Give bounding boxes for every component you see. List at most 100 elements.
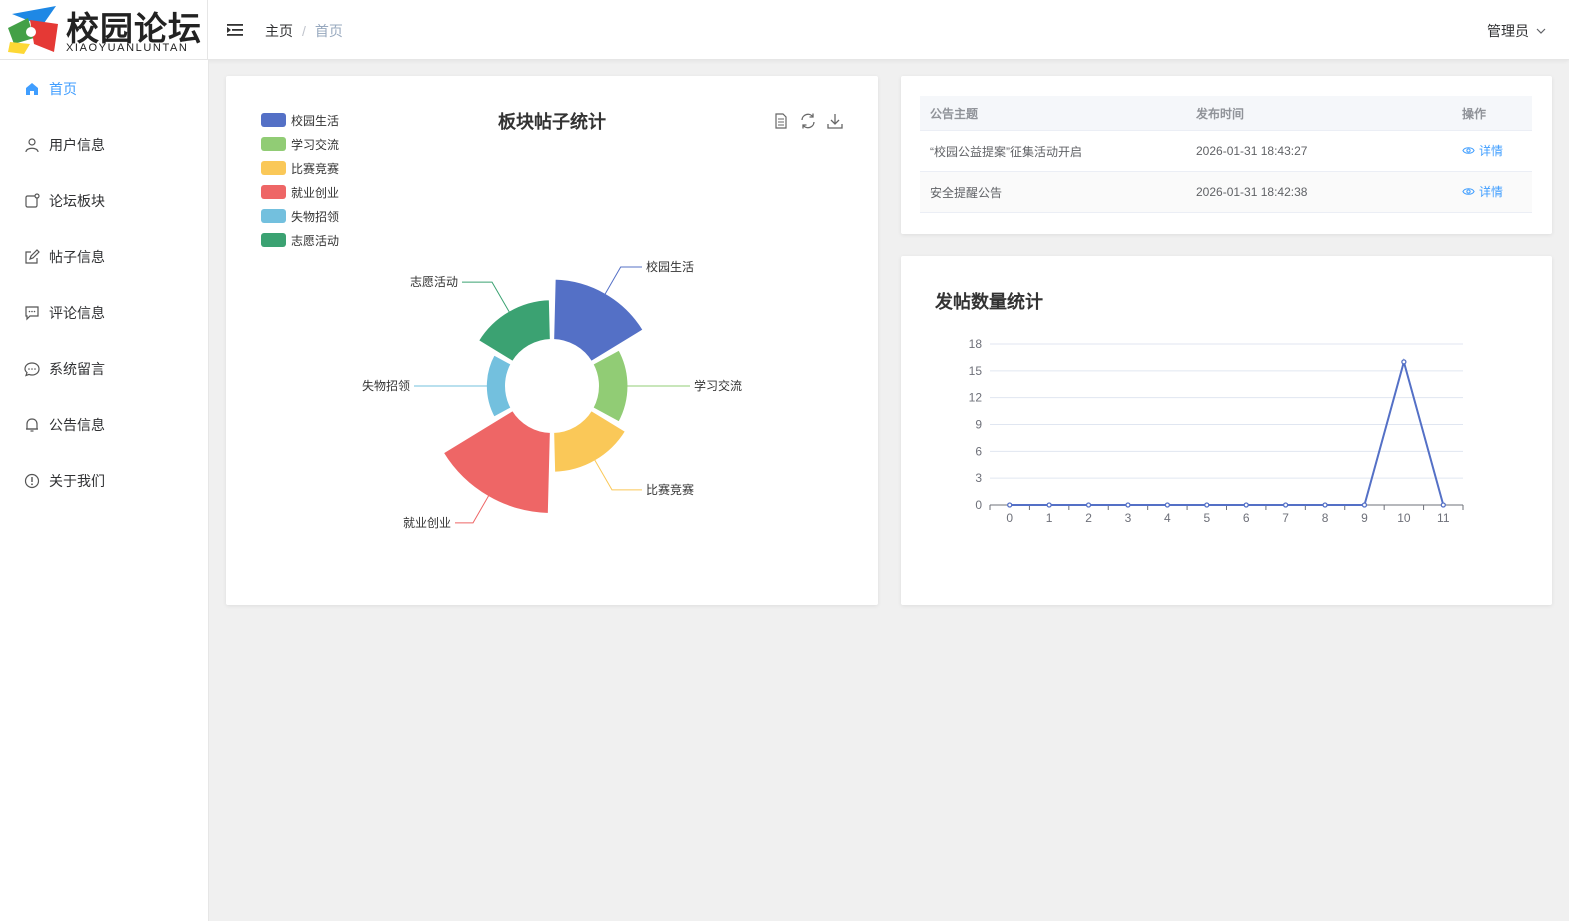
pie-slice[interactable]	[552, 277, 645, 364]
x-tick-label: 7	[1282, 511, 1289, 525]
line-point[interactable]	[1204, 502, 1210, 508]
pie-slice[interactable]	[476, 298, 552, 364]
table-row: “校园公益提案”征集活动开启 2026-01-31 18:43:27 详情	[920, 131, 1532, 172]
sidebar-item-label: 论坛板块	[49, 193, 105, 209]
x-tick-label: 1	[1046, 511, 1053, 525]
breadcrumb-current: 首页	[314, 23, 343, 39]
announcement-table: 公告主题 发布时间 操作 “校园公益提案”征集活动开启 2026-01-31 1…	[920, 96, 1532, 213]
sidebar-item-users[interactable]: 用户信息	[0, 117, 208, 173]
announcement-time: 2026-01-31 18:43:27	[1196, 144, 1308, 158]
line-point[interactable]	[1085, 502, 1092, 508]
y-tick-label: 3	[975, 471, 982, 485]
sidebar-item-label: 帖子信息	[49, 249, 105, 265]
sidebar-item-label: 用户信息	[49, 137, 105, 153]
pie-label-line	[455, 493, 491, 524]
line-series	[1009, 358, 1445, 506]
pie-chart: 校园生活学习交流比赛竞赛就业创业 失物招领 志愿活动	[362, 259, 742, 530]
sidebar-item-boards[interactable]: 论坛板块	[0, 173, 208, 229]
announcement-time: 2026-01-31 18:42:38	[1196, 185, 1308, 199]
column-header-action: 操作	[1462, 106, 1487, 121]
sidebar-item-comments[interactable]: 评论信息	[0, 285, 208, 341]
x-tick-label: 9	[1361, 511, 1368, 525]
pie-label: 学习交流	[694, 378, 742, 393]
x-tick-label: 3	[1125, 511, 1132, 525]
x-tick-label: 11	[1437, 511, 1450, 525]
sidebar-item-notices[interactable]: 公告信息	[0, 397, 208, 453]
line-point[interactable]	[1125, 502, 1131, 508]
user-name: 管理员	[1487, 23, 1529, 39]
x-tick-label: 6	[1243, 511, 1250, 525]
y-tick-label: 18	[969, 337, 983, 351]
line-point[interactable]	[1322, 502, 1328, 508]
x-tick-label: 5	[1203, 511, 1210, 525]
line-point[interactable]	[1243, 502, 1249, 508]
pie-label: 比赛竞赛	[646, 482, 694, 497]
pie-label: 失物招领	[362, 378, 410, 393]
home-icon	[26, 83, 38, 95]
pie-label: 志愿活动	[410, 275, 458, 289]
line-point[interactable]	[1046, 502, 1052, 508]
detail-button-label: 详情	[1479, 144, 1504, 158]
line-point[interactable]	[1361, 502, 1368, 508]
line-point[interactable]	[1007, 502, 1013, 508]
sidebar-item-messages[interactable]: 系统留言	[0, 341, 208, 397]
sidebar: 首页 用户信息 论坛板块 帖子信息 评论信息 系统留言 公告信息 关于我们	[0, 60, 209, 921]
top-header: 校园论坛 XIAOYUANLUNTAN 主页 / 首页 管理员	[0, 0, 1569, 60]
menu-fold-icon[interactable]	[226, 21, 244, 39]
sidebar-item-label: 关于我们	[49, 473, 105, 489]
column-header-time: 发布时间	[1196, 106, 1245, 121]
sidebar-item-posts[interactable]: 帖子信息	[0, 229, 208, 285]
sidebar-item-label: 系统留言	[49, 361, 105, 377]
x-tick-label: 4	[1164, 511, 1171, 525]
pie-label: 校园生活	[646, 259, 694, 274]
info-icon	[24, 473, 40, 489]
line-point[interactable]	[1401, 359, 1407, 365]
announcement-title: 安全提醒公告	[930, 185, 1003, 200]
column-header-title: 公告主题	[930, 106, 979, 121]
x-tick-label: 10	[1397, 511, 1411, 525]
pie-slice[interactable]	[591, 348, 630, 424]
pie-label-line	[462, 281, 512, 315]
sidebar-item-label: 评论信息	[49, 305, 105, 321]
sidebar-item-label: 公告信息	[49, 417, 105, 433]
sidebar-item-label: 首页	[49, 81, 77, 97]
board-icon	[25, 193, 40, 208]
detail-button[interactable]: 详情	[1462, 142, 1503, 159]
line-point[interactable]	[1440, 502, 1446, 508]
edit-icon	[25, 249, 40, 264]
table-header-row: 公告主题 发布时间 操作	[920, 96, 1532, 131]
sidebar-item-home[interactable]: 首页	[0, 61, 208, 117]
logo-mark-icon	[8, 6, 58, 54]
eye-icon	[1462, 147, 1475, 154]
detail-button-label: 详情	[1479, 185, 1504, 199]
pie-slice[interactable]	[441, 408, 552, 515]
detail-button[interactable]: 详情	[1462, 183, 1503, 200]
bell-icon	[26, 418, 38, 432]
pie-label-line	[603, 266, 642, 297]
sidebar-item-about[interactable]: 关于我们	[0, 453, 208, 509]
breadcrumb-home[interactable]: 主页	[265, 21, 293, 41]
breadcrumb: 主页 / 首页	[265, 21, 343, 41]
pie-label-line	[592, 457, 642, 491]
x-tick-label: 0	[1006, 511, 1013, 525]
line-chart: 03691215180 1 2 3 4 5 6 7 8 9 10 11	[969, 337, 1464, 525]
line-point[interactable]	[1282, 502, 1289, 508]
y-tick-label: 12	[969, 391, 983, 405]
eye-icon	[1462, 188, 1475, 195]
chevron-down-icon	[1536, 28, 1546, 34]
x-tick-label: 2	[1085, 511, 1092, 525]
chat-icon	[24, 362, 40, 377]
user-icon	[25, 138, 39, 153]
y-tick-label: 9	[975, 418, 982, 432]
y-tick-label: 0	[975, 498, 982, 512]
comment-icon	[25, 306, 39, 321]
logo[interactable]: 校园论坛 XIAOYUANLUNTAN	[0, 0, 208, 60]
y-tick-label: 15	[969, 364, 983, 378]
x-tick-label: 8	[1322, 511, 1329, 525]
board-post-stats-card: 板块帖子统计 校园生活 学习交流 比赛竞赛 就业创业 失物招领 志愿活动 校园生…	[226, 76, 878, 605]
line-point[interactable]	[1164, 502, 1171, 508]
user-menu[interactable]: 管理员	[1487, 21, 1547, 41]
pie-label: 就业创业	[403, 516, 451, 530]
announcement-card: 公告主题 发布时间 操作 “校园公益提案”征集活动开启 2026-01-31 1…	[901, 76, 1552, 234]
post-count-stats-card: 发帖数量统计 0 3 6 9 12 15 18 0 1 2 3 4 5 6 7 8 9 10 11	[901, 256, 1552, 605]
